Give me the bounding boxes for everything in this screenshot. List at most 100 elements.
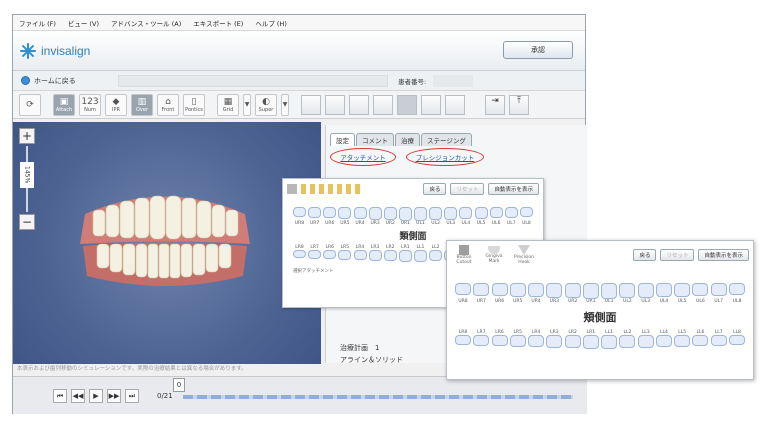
tooth-ul8[interactable] — [519, 207, 533, 218]
over-button[interactable]: ▥ Over — [131, 93, 153, 116]
stage-slider-thumb[interactable]: 0 — [173, 378, 185, 392]
grid-button[interactable]: ▦ Grid — [217, 93, 239, 116]
tooth-ur2[interactable] — [383, 207, 397, 221]
tooth-ul1[interactable] — [601, 283, 618, 299]
tooth-ll6[interactable] — [692, 334, 709, 346]
gingiva-mark-tool[interactable]: Gingiva Mark — [481, 246, 507, 264]
tooth-ll1[interactable] — [414, 249, 427, 262]
tooth-ur5[interactable] — [338, 207, 352, 219]
attachment-shape-icon[interactable] — [355, 184, 360, 194]
view-upper-x-button[interactable] — [325, 94, 345, 115]
tooth-lr3[interactable] — [546, 334, 563, 348]
attachment-link[interactable]: アタッチメント — [330, 148, 396, 166]
menu-view[interactable]: ビュー (V) — [68, 18, 99, 28]
show-auto-button[interactable]: 自動表示を表示 — [488, 183, 539, 195]
tooth-lr7[interactable] — [473, 334, 490, 346]
3d-viewer[interactable]: + 145% − — [13, 122, 321, 364]
tooth-ul2[interactable] — [619, 283, 636, 299]
tooth-lr2[interactable] — [564, 334, 581, 348]
last-stage-button[interactable]: ⏭ — [125, 389, 139, 403]
tooth-ul7[interactable] — [504, 207, 518, 218]
attachment-shape-icon[interactable] — [337, 184, 342, 194]
pontics-button[interactable]: ▯ Pontics — [183, 93, 205, 116]
tooth-ll1[interactable] — [601, 334, 618, 349]
menu-advanced-tools[interactable]: アドバンス・ツール (A) — [111, 18, 181, 28]
tooth-ul1[interactable] — [414, 207, 427, 221]
tooth-ur7[interactable] — [473, 283, 490, 296]
tooth-ur6[interactable] — [491, 283, 508, 297]
attachment-shape-icon[interactable] — [319, 184, 324, 194]
attach-button[interactable]: ▣ Attach — [53, 93, 75, 116]
tooth-ll8[interactable] — [728, 334, 745, 345]
reset-button[interactable]: リセット — [450, 183, 485, 195]
upper-tooth-row[interactable] — [455, 283, 745, 299]
view-upper-button[interactable] — [301, 94, 321, 115]
tooth-lr4[interactable] — [353, 249, 367, 260]
tooth-lr8[interactable] — [293, 249, 306, 258]
tooth-ul4[interactable] — [459, 207, 473, 220]
tooth-ll2[interactable] — [429, 249, 443, 261]
tooth-ll2[interactable] — [619, 334, 636, 348]
tooth-lr5[interactable] — [509, 334, 526, 347]
tooth-ll5[interactable] — [674, 334, 691, 347]
view-front-button[interactable] — [397, 94, 417, 115]
tooth-ll7[interactable] — [710, 334, 727, 346]
menu-export[interactable]: エキスポート (E) — [193, 18, 243, 28]
tooth-lr7[interactable] — [308, 249, 322, 259]
teeth-model[interactable] — [75, 184, 255, 294]
tooth-ll3[interactable] — [637, 334, 654, 348]
menu-help[interactable]: ヘルプ (H) — [255, 18, 287, 28]
tooth-ur1[interactable] — [582, 283, 599, 299]
tooth-ur8[interactable] — [455, 283, 471, 296]
attachment-shape-icon[interactable] — [310, 184, 315, 194]
precision-cut-link[interactable]: プレシジョンカット — [406, 148, 484, 166]
tooth-ul5[interactable] — [674, 283, 691, 297]
super-button[interactable]: ◐ Super — [255, 93, 277, 116]
tooth-ur2[interactable] — [564, 283, 581, 299]
tooth-ll4[interactable] — [655, 334, 672, 347]
tooth-ul3[interactable] — [637, 283, 654, 298]
view-left-button[interactable] — [373, 94, 393, 115]
back-button[interactable]: 戻る — [633, 249, 657, 261]
tooth-ur3[interactable] — [546, 283, 563, 298]
first-stage-button[interactable]: ⏮ — [53, 389, 67, 403]
tooth-ul5[interactable] — [474, 207, 488, 219]
view-arch-button[interactable] — [349, 94, 369, 115]
tooth-ur3[interactable] — [368, 207, 382, 220]
tooth-ul2[interactable] — [429, 207, 443, 221]
tooth-ul3[interactable] — [444, 207, 458, 220]
rotate-button[interactable]: ⟳ — [19, 93, 41, 116]
button-cutout-tool[interactable]: Button Cutout — [451, 245, 477, 265]
approve-button[interactable]: 承認 — [503, 41, 573, 59]
tooth-ur1[interactable] — [398, 207, 412, 221]
zoom-in-button[interactable]: + — [19, 128, 35, 144]
reset-button[interactable]: リセット — [660, 249, 695, 261]
tooth-lr6[interactable] — [491, 334, 508, 346]
tooth-ur8[interactable] — [293, 207, 306, 218]
tooth-lr1[interactable] — [398, 249, 412, 262]
menu-file[interactable]: ファイル (F) — [19, 18, 56, 28]
tooth-lr6[interactable] — [323, 249, 337, 259]
tooth-ur7[interactable] — [308, 207, 322, 218]
tooth-lr3[interactable] — [368, 249, 382, 261]
view-lower-button[interactable] — [445, 94, 465, 115]
stage-track[interactable] — [183, 395, 573, 399]
next-stage-button[interactable]: ▶▶ — [107, 389, 121, 403]
tooth-ul6[interactable] — [692, 283, 709, 297]
upper-tooth-row[interactable] — [293, 207, 533, 221]
attachment-shape-icon[interactable] — [301, 184, 306, 194]
grid-dropdown[interactable]: ▼ — [243, 93, 251, 116]
pin-panel-button[interactable]: ⤒ — [509, 94, 529, 115]
collapse-panel-button[interactable]: ⇥ — [485, 94, 505, 115]
lower-tooth-row[interactable] — [455, 334, 745, 349]
super-dropdown[interactable]: ▼ — [281, 93, 289, 116]
tooth-lr4[interactable] — [528, 334, 545, 347]
tooth-ul6[interactable] — [489, 207, 503, 219]
tooth-ur4[interactable] — [528, 283, 545, 298]
play-button[interactable]: ▶ — [89, 389, 103, 403]
ipr-button[interactable]: ◆ IPR — [105, 93, 127, 116]
zoom-out-button[interactable]: − — [19, 214, 35, 230]
front-button[interactable]: ⌂ Front — [157, 93, 179, 116]
home-link[interactable]: ホームに戻る — [34, 76, 76, 86]
tooth-lr2[interactable] — [383, 249, 397, 261]
